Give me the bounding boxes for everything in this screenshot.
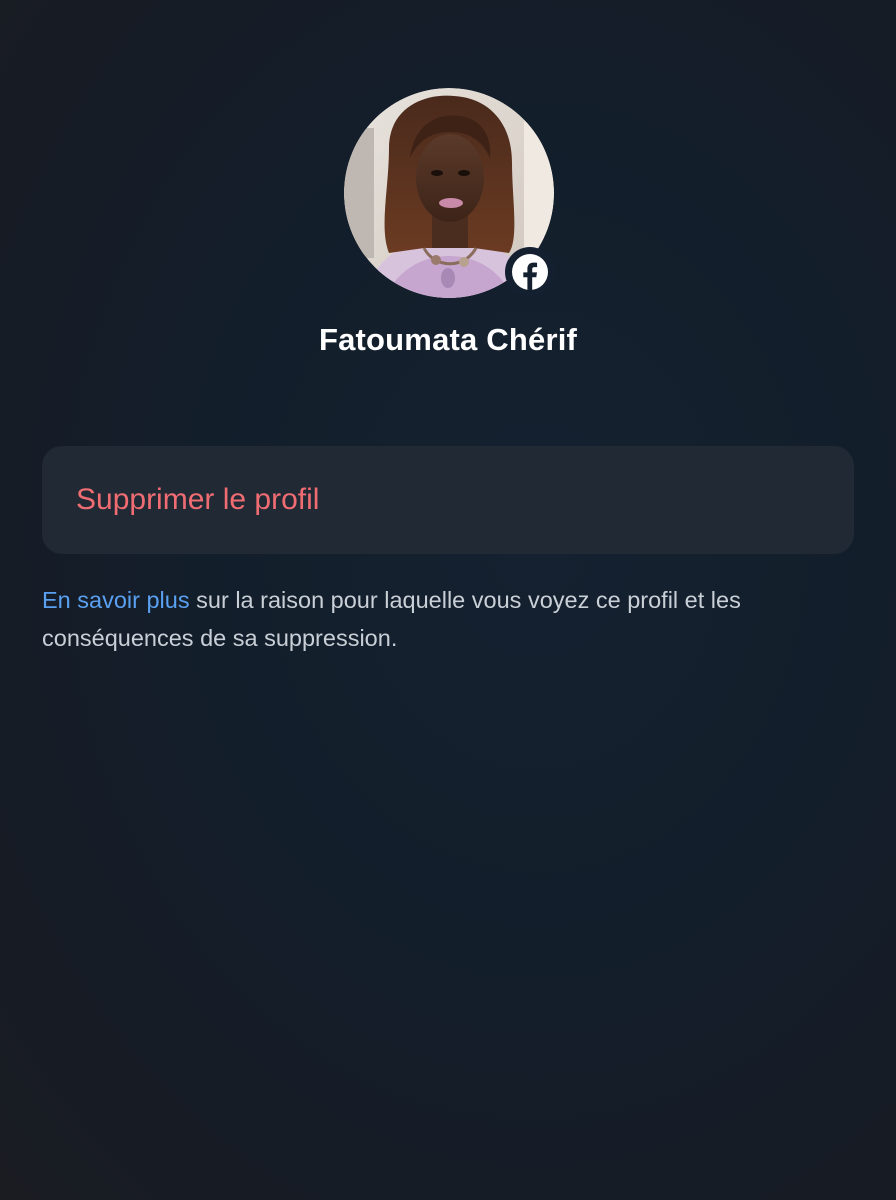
learn-more-link[interactable]: En savoir plus bbox=[42, 587, 190, 613]
facebook-icon bbox=[512, 254, 548, 291]
facebook-badge bbox=[505, 247, 555, 297]
profile-avatar-container bbox=[344, 88, 555, 298]
delete-profile-button[interactable]: Supprimer le profil bbox=[42, 446, 854, 554]
info-text: En savoir plus sur la raison pour laquel… bbox=[42, 581, 854, 657]
delete-profile-label: Supprimer le profil bbox=[76, 483, 320, 516]
profile-name: Fatoumata Chérif bbox=[318, 322, 578, 357]
